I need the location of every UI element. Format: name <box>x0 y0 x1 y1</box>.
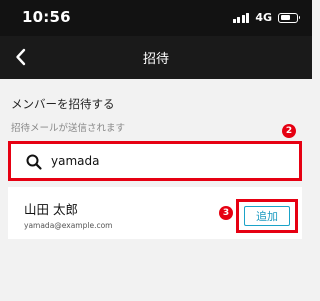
page-title: 招待 <box>142 52 169 67</box>
add-button[interactable]: 追加 <box>244 206 290 226</box>
user-name: 山田 太郎 <box>24 202 78 217</box>
invite-heading: メンバーを招待する <box>11 97 115 111</box>
signal-bars-icon <box>232 12 250 23</box>
invite-description: 招待メールが送信されます <box>11 123 126 134</box>
status-bar: 10:56 4G <box>0 0 312 36</box>
status-indicators: 4G <box>232 11 300 24</box>
step-2-badge: 2 <box>282 124 296 138</box>
search-input[interactable] <box>51 149 291 173</box>
battery-icon <box>278 12 300 23</box>
step-3-badge: 3 <box>219 206 233 220</box>
search-icon <box>26 154 42 170</box>
search-box <box>8 141 302 181</box>
add-button-highlight: 追加 <box>236 199 298 233</box>
user-email: yamada@example.com <box>24 221 113 230</box>
nav-bar: 招待 <box>0 36 312 79</box>
status-time: 10:56 <box>22 8 71 26</box>
network-type: 4G <box>255 11 272 24</box>
user-result-row: 山田 太郎 yamada@example.com 追加 <box>8 187 302 239</box>
